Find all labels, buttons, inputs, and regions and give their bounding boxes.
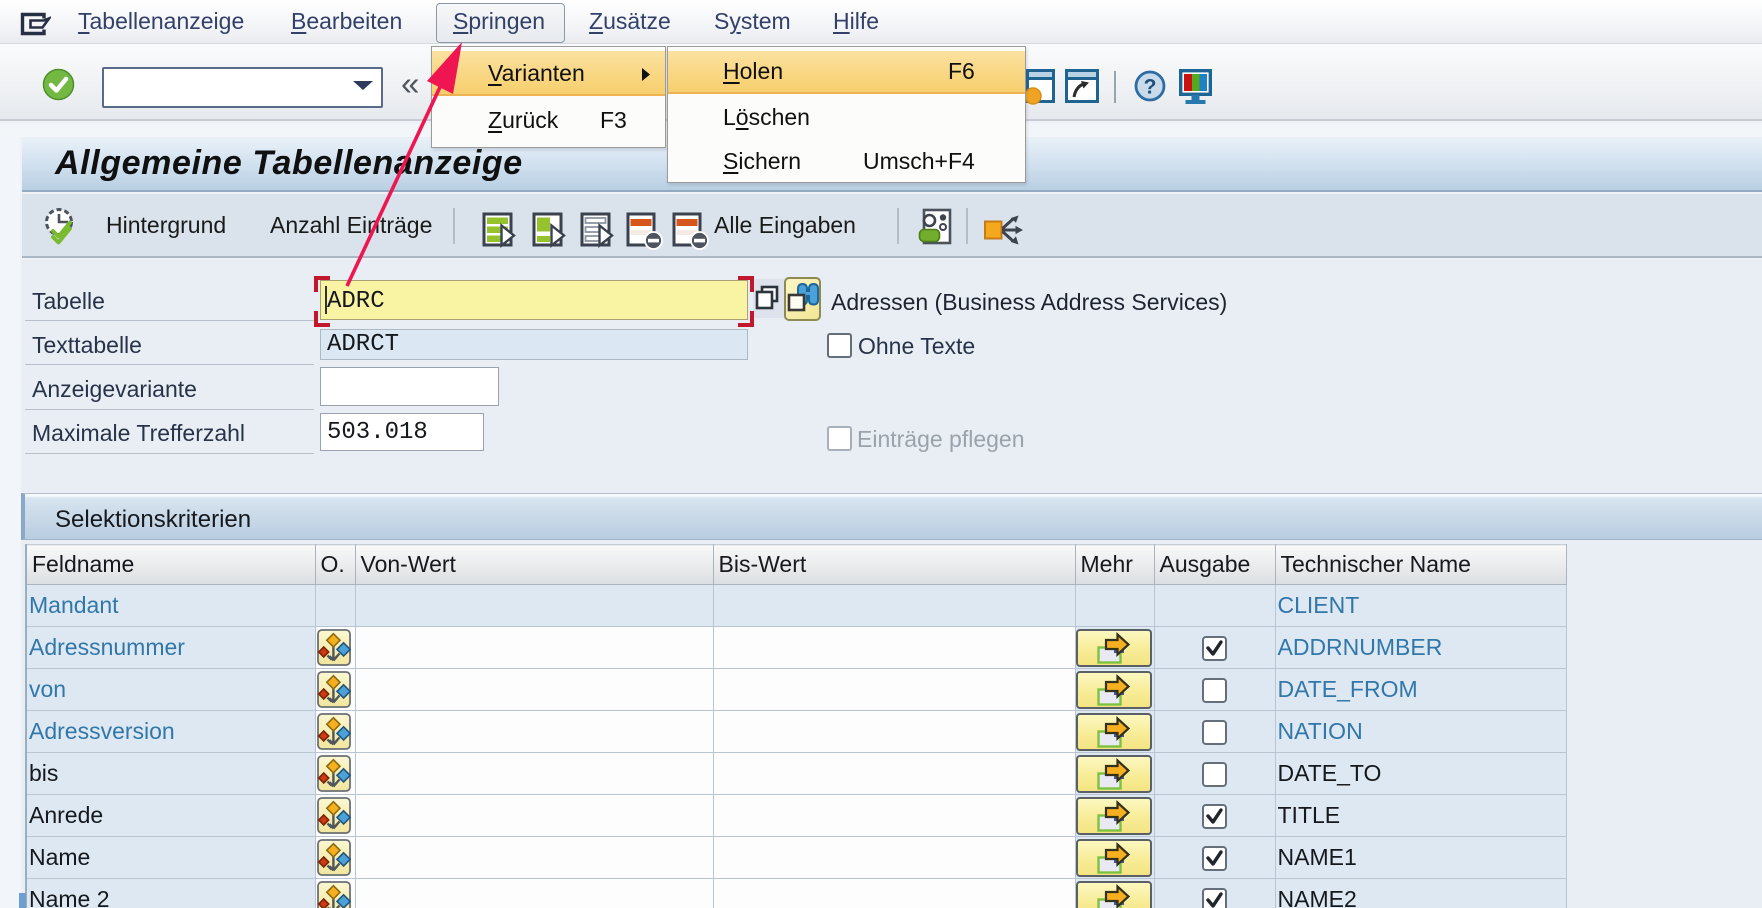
svg-text:?: ? — [1144, 76, 1157, 99]
